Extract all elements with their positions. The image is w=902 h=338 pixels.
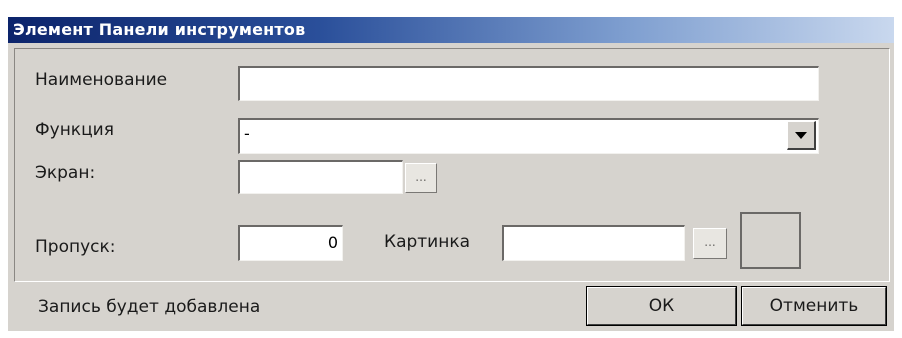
- title-bar[interactable]: Элемент Панели инструментов: [8, 17, 894, 43]
- status-text: Запись будет добавлена: [38, 297, 261, 317]
- cancel-button[interactable]: Отменить: [741, 286, 887, 326]
- window-title: Элемент Панели инструментов: [13, 20, 306, 39]
- picture-input[interactable]: [502, 225, 685, 261]
- screen-label: Экран:: [35, 163, 96, 183]
- screen-browse-button[interactable]: ...: [405, 163, 437, 193]
- ok-button[interactable]: ОК: [586, 286, 737, 326]
- name-label: Наименование: [35, 70, 168, 90]
- picture-label: Картинка: [384, 232, 471, 252]
- picture-browse-button[interactable]: ...: [693, 228, 727, 259]
- function-dropdown-button[interactable]: [787, 121, 816, 150]
- screen-input[interactable]: [238, 160, 403, 194]
- name-input[interactable]: [238, 66, 819, 101]
- picture-preview: [740, 212, 801, 269]
- chevron-down-icon: [795, 132, 807, 139]
- skip-input[interactable]: 0: [238, 225, 343, 261]
- skip-label: Пропуск:: [35, 237, 116, 257]
- function-label: Функция: [35, 120, 114, 140]
- toolbar-item-dialog: Элемент Панели инструментов Наименование…: [0, 0, 902, 338]
- function-select[interactable]: -: [238, 118, 819, 154]
